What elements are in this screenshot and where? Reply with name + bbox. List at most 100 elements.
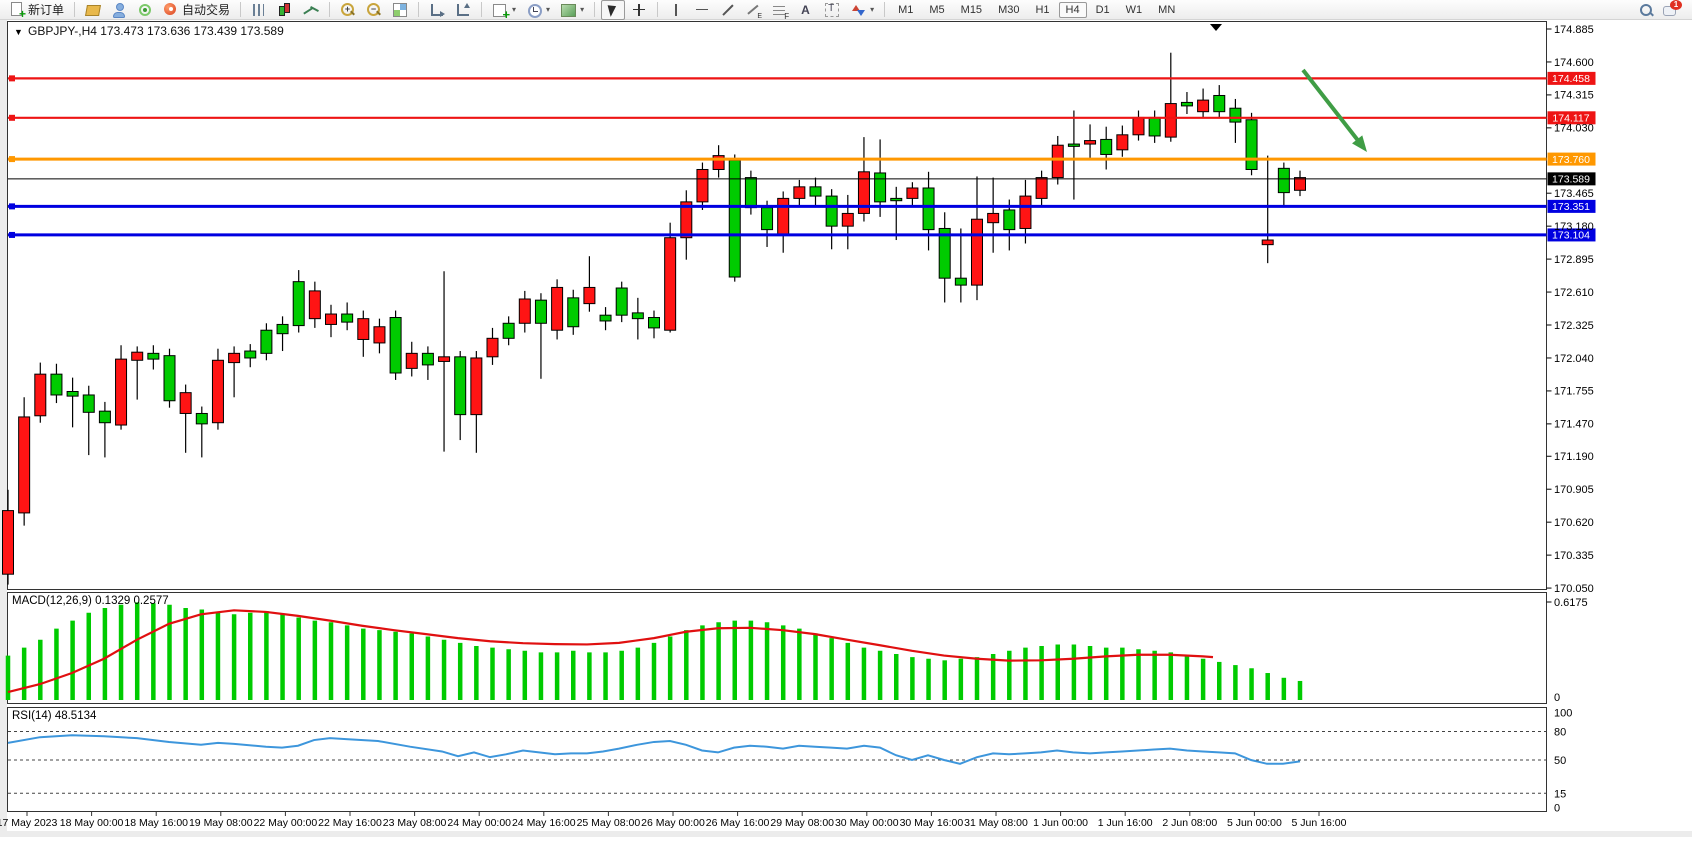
time-tick-label: 25 May 08:00: [577, 817, 641, 829]
time-tick-label: 31 May 08:00: [964, 817, 1028, 829]
price-tick-label: 170.620: [1554, 517, 1594, 529]
price-tick-label: 172.610: [1554, 287, 1594, 299]
price-tick-label: 173.465: [1554, 188, 1594, 200]
timeframe-mn-button[interactable]: MN: [1151, 2, 1182, 18]
level-anchor-marker[interactable]: [9, 232, 15, 238]
tile-windows-button[interactable]: [388, 0, 412, 20]
time-tick-label: 26 May 16:00: [706, 817, 770, 829]
zoom-in-button[interactable]: [336, 0, 360, 20]
candle: [842, 213, 853, 226]
vertical-line-tool-button[interactable]: [664, 0, 688, 20]
candle: [600, 315, 611, 321]
candle: [923, 188, 934, 230]
chevron-down-icon[interactable]: ▾: [546, 5, 550, 14]
periods-button[interactable]: ▾: [522, 0, 554, 20]
level-anchor-marker[interactable]: [9, 115, 15, 121]
candle: [1068, 144, 1079, 146]
crosshair-tool-button[interactable]: [627, 0, 651, 20]
trendline-tool-button[interactable]: [716, 0, 740, 20]
timeframe-w1-button[interactable]: W1: [1119, 2, 1150, 18]
new-order-icon: [9, 2, 25, 18]
candle: [649, 317, 660, 327]
price-tick-label: 173.180: [1554, 221, 1594, 233]
chevron-down-icon[interactable]: ▾: [512, 5, 516, 14]
cursor-tool-button[interactable]: [601, 0, 625, 20]
toolbar-separator: [657, 2, 658, 17]
auto-scroll-button[interactable]: [451, 0, 475, 20]
signals-button[interactable]: [133, 0, 157, 20]
line-chart-mode-icon: [303, 2, 319, 18]
horizontal-line-tool-button[interactable]: [690, 0, 714, 20]
indicators-icon: [492, 2, 508, 18]
fibonacci-tool-button[interactable]: [768, 0, 792, 20]
auto-trading-button[interactable]: 自动交易: [159, 0, 234, 20]
chart-collapse-icon: ▼: [14, 27, 23, 37]
timeframe-d1-button[interactable]: D1: [1089, 2, 1117, 18]
candle: [955, 278, 966, 285]
journal-icon: [85, 2, 101, 18]
crosshair-tool-icon: [631, 2, 647, 18]
timeframe-m30-button[interactable]: M30: [991, 2, 1026, 18]
candle: [293, 282, 304, 326]
toolbar-separator: [74, 2, 75, 17]
new-order-label: 新订单: [28, 1, 64, 18]
time-tick-label: 2 Jun 08:00: [1162, 817, 1217, 829]
new-order-button[interactable]: 新订单: [5, 0, 68, 20]
time-tick-label: 1 Jun 00:00: [1033, 817, 1088, 829]
arrows-tool-icon: [850, 2, 866, 18]
arrows-tool-button[interactable]: ▾: [846, 0, 878, 20]
time-tick-label: 22 May 16:00: [318, 817, 382, 829]
candle: [471, 358, 482, 415]
price-tick-label: 174.600: [1554, 57, 1594, 69]
candle: [1214, 95, 1225, 111]
line-chart-mode-button[interactable]: [299, 0, 323, 20]
auto-scroll-icon: [455, 2, 471, 18]
macd-label: MACD(12,26,9) 0.1329 0.2577: [12, 595, 169, 607]
timeframe-h1-button[interactable]: H1: [1028, 2, 1056, 18]
trendline-tool-icon: [720, 2, 736, 18]
level-anchor-marker[interactable]: [9, 203, 15, 209]
main-price-panel[interactable]: [8, 22, 1547, 590]
search-icon[interactable]: [1638, 2, 1654, 18]
candlestick-mode-button[interactable]: [273, 0, 297, 20]
chevron-down-icon[interactable]: ▾: [580, 5, 584, 14]
chart-shift-icon: [429, 2, 445, 18]
timeframe-m1-button[interactable]: M1: [891, 2, 920, 18]
templates-button[interactable]: ▾: [556, 0, 588, 20]
candle: [632, 313, 643, 319]
timeframe-h4-button[interactable]: H4: [1059, 2, 1087, 18]
candle: [261, 330, 272, 353]
level-anchor-marker[interactable]: [9, 75, 15, 81]
level-anchor-marker[interactable]: [9, 156, 15, 162]
candle: [1181, 102, 1192, 105]
candle: [1085, 141, 1096, 144]
profile-button[interactable]: [107, 0, 131, 20]
equidistant-channel-tool-button[interactable]: [742, 0, 766, 20]
bar-chart-mode-button[interactable]: [247, 0, 271, 20]
macd-panel[interactable]: [8, 593, 1547, 704]
candle: [164, 356, 175, 401]
candle: [697, 169, 708, 201]
zoom-in-icon: [340, 2, 356, 18]
chevron-down-icon[interactable]: ▾: [870, 5, 874, 14]
candle: [1117, 135, 1128, 150]
candle: [1036, 178, 1047, 199]
indicators-button[interactable]: ▾: [488, 0, 520, 20]
chart-shift-button[interactable]: [425, 0, 449, 20]
zoom-out-button[interactable]: [362, 0, 386, 20]
journal-button[interactable]: [81, 0, 105, 20]
price-badge-label: 174.458: [1552, 73, 1590, 85]
candle: [35, 374, 46, 416]
candle: [132, 352, 143, 360]
toolbar-separator: [240, 2, 241, 17]
timeframe-m15-button[interactable]: M15: [954, 2, 989, 18]
candle: [745, 178, 756, 208]
text-label-tool-button[interactable]: [820, 0, 844, 20]
chart-canvas[interactable]: 174.458174.117173.760173.589173.351173.1…: [0, 0, 1692, 837]
candle: [374, 327, 385, 343]
timeframe-m5-button[interactable]: M5: [922, 2, 951, 18]
candle: [229, 353, 240, 362]
chat-icon[interactable]: 1: [1662, 2, 1680, 18]
text-tool-button[interactable]: [794, 0, 818, 20]
time-tick-label: 24 May 16:00: [512, 817, 576, 829]
